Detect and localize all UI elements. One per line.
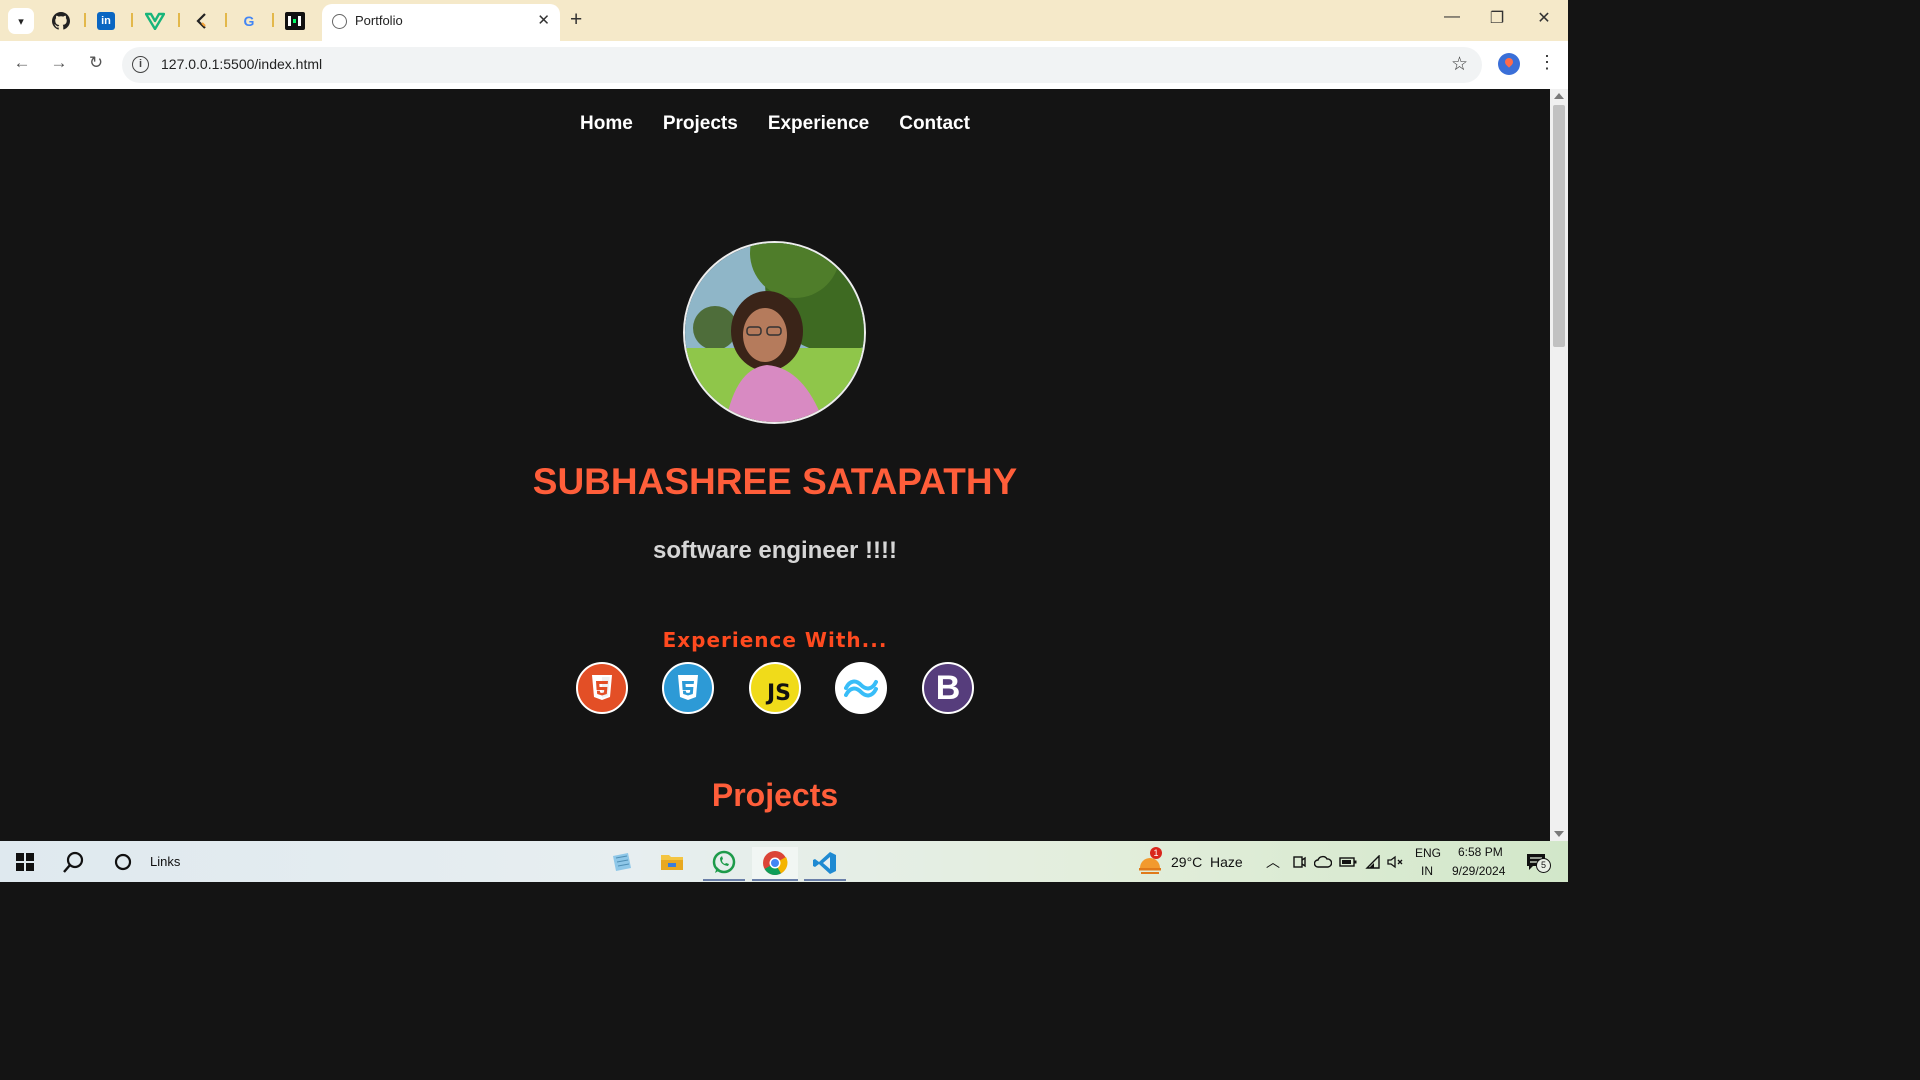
globe-icon xyxy=(332,14,347,29)
weather-temp[interactable]: 29°C xyxy=(1171,854,1202,870)
chrome-icon[interactable] xyxy=(752,847,798,881)
hero-role: software engineer !!!! xyxy=(652,537,898,564)
nav-home-link[interactable]: Home xyxy=(580,113,633,135)
experience-heading: Experience With... xyxy=(662,628,888,652)
forward-icon[interactable]: → xyxy=(47,53,71,73)
cortana-icon[interactable] xyxy=(112,849,134,875)
tailwind-icon xyxy=(835,662,887,714)
battery-icon[interactable] xyxy=(1338,849,1358,875)
site-nav: Home Projects Experience Contact xyxy=(0,113,1550,135)
taskbar: Links 1 29°C Haze ︿ ENG IN 6:58 PM 9/29/… xyxy=(0,841,1568,882)
tab-title: Portfolio xyxy=(355,13,403,28)
notification-center-icon[interactable]: 5 xyxy=(1524,849,1551,875)
close-window-icon[interactable]: ✕ xyxy=(1529,8,1559,28)
restore-icon[interactable]: ❐ xyxy=(1482,8,1512,28)
linkedin-icon[interactable]: in xyxy=(97,12,115,30)
minimize-icon[interactable]: — xyxy=(1437,8,1467,26)
profile-photo xyxy=(683,241,866,424)
volume-muted-icon[interactable] xyxy=(1386,849,1406,875)
tab-separator xyxy=(131,13,133,27)
meet-now-icon[interactable] xyxy=(1291,849,1307,875)
javascript-icon: JS xyxy=(749,662,801,714)
scroll-thumb[interactable] xyxy=(1553,105,1565,347)
github-icon[interactable] xyxy=(50,10,72,32)
tab-separator xyxy=(272,13,274,27)
css3-icon xyxy=(662,662,714,714)
site-info-icon[interactable]: i xyxy=(132,56,149,73)
scroll-down-arrow-icon[interactable] xyxy=(1554,831,1564,837)
nav-contact-link[interactable]: Contact xyxy=(899,113,970,135)
wifi-icon[interactable] xyxy=(1363,849,1383,875)
nav-projects-link[interactable]: Projects xyxy=(663,113,738,135)
whatsapp-icon[interactable] xyxy=(703,847,745,881)
browser-tab-strip: ▾ in G Portfolio ✕ + — ❐ ✕ xyxy=(0,0,1568,41)
portfolio-page: Home Projects Experience Contact SUBHASH… xyxy=(0,89,1550,841)
tab-separator xyxy=(225,13,227,27)
taskbar-links-label[interactable]: Links xyxy=(150,854,180,869)
language-indicator-bottom[interactable]: IN xyxy=(1421,864,1433,878)
new-tab-icon[interactable]: + xyxy=(570,8,582,32)
google-icon[interactable]: G xyxy=(238,10,260,32)
clock-time[interactable]: 6:58 PM xyxy=(1458,845,1503,859)
clock-date[interactable]: 9/29/2024 xyxy=(1452,864,1505,878)
tab-search-chevron-icon[interactable]: ▾ xyxy=(8,8,34,34)
profile-avatar-icon[interactable] xyxy=(1498,53,1520,75)
tab-separator xyxy=(178,13,180,27)
language-indicator-top[interactable]: ENG xyxy=(1415,846,1441,860)
weather-haze-icon[interactable]: 1 xyxy=(1136,847,1164,875)
weather-desc[interactable]: Haze xyxy=(1210,854,1243,870)
address-bar[interactable]: i 127.0.0.1:5500/index.html ☆ xyxy=(122,47,1482,83)
v-logo-icon[interactable] xyxy=(144,10,166,32)
windows-start-icon[interactable] xyxy=(14,849,36,875)
page-scrollbar[interactable] xyxy=(1550,89,1568,841)
js-label: JS xyxy=(766,680,792,706)
vscode-icon[interactable] xyxy=(804,847,846,881)
show-hidden-icons-chevron-icon[interactable]: ︿ xyxy=(1264,849,1282,875)
bootstrap-label: B xyxy=(935,668,961,707)
bootstrap-icon: B xyxy=(922,662,974,714)
browser-toolbar: ← → ↻ i 127.0.0.1:5500/index.html ☆ ⋮ xyxy=(0,41,1568,90)
reload-icon[interactable]: ↻ xyxy=(84,53,108,73)
tab-portfolio[interactable]: Portfolio ✕ xyxy=(322,4,560,41)
file-explorer-icon[interactable] xyxy=(658,849,686,875)
html5-icon xyxy=(576,662,628,714)
bookmark-star-icon[interactable]: ☆ xyxy=(1451,53,1468,76)
address-url[interactable]: 127.0.0.1:5500/index.html xyxy=(161,56,322,72)
nav-experience-link[interactable]: Experience xyxy=(768,113,869,135)
bracket-logo-icon[interactable] xyxy=(191,10,213,32)
close-tab-icon[interactable]: ✕ xyxy=(537,11,550,29)
back-icon[interactable]: ← xyxy=(10,53,34,73)
projects-heading: Projects xyxy=(711,777,839,813)
menu-kebab-icon[interactable]: ⋮ xyxy=(1538,52,1556,73)
tab-separator xyxy=(84,13,86,27)
onedrive-cloud-icon[interactable] xyxy=(1313,849,1333,875)
weather-badge: 1 xyxy=(1150,847,1162,859)
notification-count: 5 xyxy=(1536,858,1551,873)
search-icon[interactable] xyxy=(61,849,87,875)
hackernoon-icon[interactable] xyxy=(285,12,305,30)
scroll-up-arrow-icon[interactable] xyxy=(1554,93,1564,99)
hero-name: SUBHASHREE SATAPATHY xyxy=(532,461,1018,502)
notepad-app-icon[interactable] xyxy=(608,849,636,875)
